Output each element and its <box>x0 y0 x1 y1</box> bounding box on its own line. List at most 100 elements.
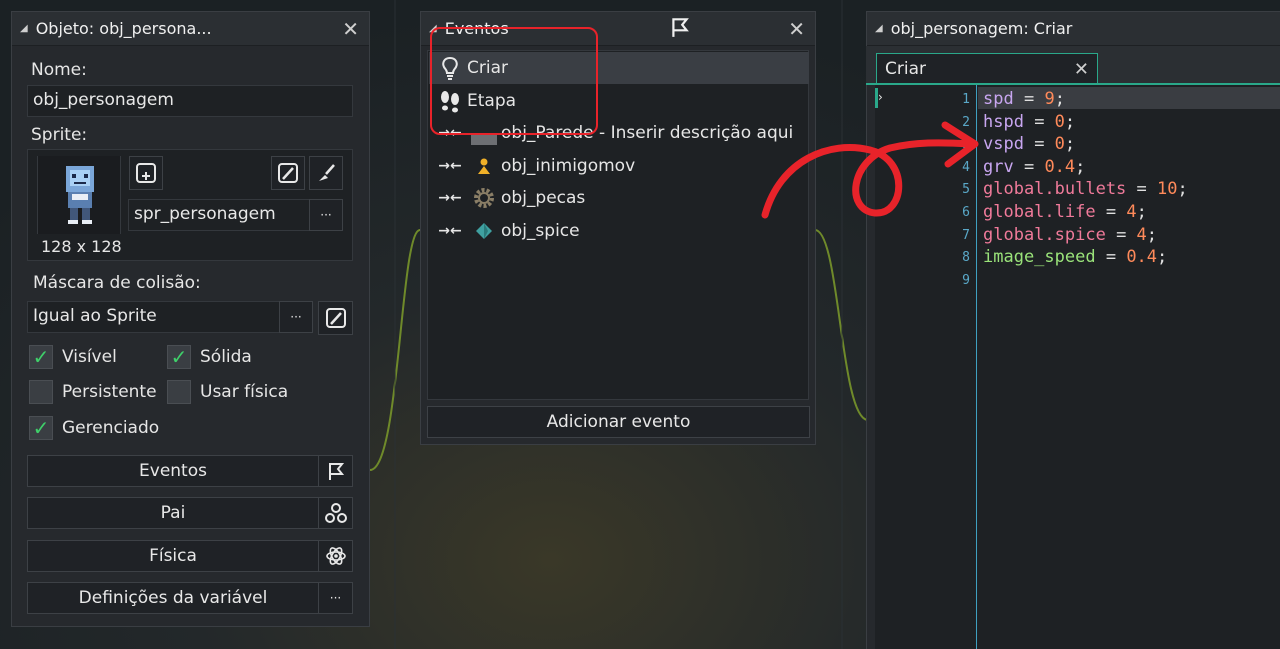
close-icon[interactable]: ✕ <box>788 17 805 41</box>
close-icon[interactable]: ✕ <box>1074 59 1089 80</box>
event-label: obj_inimigomov <box>501 156 636 176</box>
physics-icon-button[interactable] <box>318 540 353 572</box>
new-sprite-button[interactable] <box>129 156 163 190</box>
code-token-var: spd <box>983 89 1014 109</box>
cursor-marker <box>875 88 878 108</box>
code-tab-create[interactable]: Criar ✕ <box>876 53 1098 84</box>
code-token-end: ; <box>1064 111 1076 132</box>
collision-icon: →← <box>438 158 462 174</box>
physics-button[interactable]: Física <box>27 540 319 572</box>
code-token-val: 0 <box>1054 134 1065 155</box>
line-number: 3 <box>962 137 970 153</box>
code-line[interactable]: spd = 9; <box>983 89 1065 109</box>
managed-checkbox[interactable]: ✓ <box>29 416 53 440</box>
close-icon[interactable]: ✕ <box>342 17 359 41</box>
code-line[interactable]: vspd = 0; <box>983 134 1075 154</box>
code-token-op: = <box>1126 179 1158 200</box>
collision-mask-more-button[interactable]: ··· <box>279 301 313 333</box>
events-button[interactable]: Eventos <box>27 455 319 487</box>
code-token-var: global.bullets <box>983 179 1127 200</box>
events-flag-button[interactable] <box>318 455 353 487</box>
code-token-end: ; <box>1054 89 1065 109</box>
line-number: 9 <box>962 272 970 288</box>
fold-arrow-icon[interactable]: › <box>878 90 883 104</box>
sprite-more-button[interactable]: ··· <box>309 199 343 231</box>
character-sprite-icon <box>66 166 94 224</box>
code-token-var: hspd <box>983 111 1024 132</box>
persistent-checkbox[interactable] <box>29 380 53 404</box>
code-token-val: 4 <box>1136 224 1147 245</box>
collapse-icon[interactable]: ◢ <box>875 23 883 34</box>
code-token-op: = <box>1095 247 1127 268</box>
code-line[interactable]: global.bullets = 10; <box>983 179 1188 199</box>
line-number: 1 <box>962 92 970 107</box>
name-label: Nome: <box>31 60 87 80</box>
line-number: 5 <box>962 182 970 198</box>
code-token-op: = <box>1023 134 1055 155</box>
code-panel-titlebar[interactable]: ◢ obj_personagem: Criar <box>867 12 1280 46</box>
code-line[interactable]: global.life = 4; <box>983 202 1147 222</box>
code-token-end: ; <box>1146 224 1158 245</box>
image-edit-icon <box>325 308 346 328</box>
name-input[interactable]: obj_personagem <box>27 85 353 117</box>
code-token-var: global.life <box>983 202 1096 222</box>
object-panel-title: Objeto: obj_persona... <box>35 19 212 38</box>
code-token-end: ; <box>1157 247 1168 268</box>
variable-definitions-button[interactable]: Definições da variável <box>27 582 319 614</box>
visible-checkbox[interactable]: ✓ <box>29 345 53 369</box>
line-number: 2 <box>962 114 970 130</box>
edit-mask-button[interactable] <box>318 301 353 335</box>
managed-label: Gerenciado <box>62 418 160 438</box>
physics-checkbox[interactable] <box>167 380 191 404</box>
code-panel-title: obj_personagem: Criar <box>890 19 1073 38</box>
parent-icon-button[interactable] <box>318 497 353 529</box>
code-token-val: 0 <box>1054 111 1065 132</box>
collision-mask-label: Máscara de colisão: <box>33 273 201 293</box>
edit-sprite-button[interactable] <box>271 156 305 190</box>
solid-checkbox[interactable]: ✓ <box>167 345 191 369</box>
code-token-val: 9 <box>1044 89 1055 109</box>
code-token-var: image_speed <box>983 247 1096 268</box>
code-token-end: ; <box>1075 156 1086 177</box>
persistent-label: Persistente <box>62 382 157 402</box>
variable-definitions-more-button[interactable]: ··· <box>318 582 353 614</box>
hierarchy-icon <box>324 503 347 523</box>
sprite-label: Sprite: <box>31 125 88 145</box>
code-token-op: = <box>1095 202 1127 222</box>
parent-button[interactable]: Pai <box>27 497 319 529</box>
sprite-preview[interactable] <box>37 156 121 234</box>
code-token-var: vspd <box>983 134 1024 155</box>
collision-icon: →← <box>438 190 462 206</box>
event-collision-spice[interactable]: →← obj_spice <box>429 215 809 247</box>
event-collision-inimigomov[interactable]: →← obj_inimigomov <box>429 150 809 182</box>
code-token-end: ; <box>1136 202 1147 222</box>
gear-icon <box>467 186 501 210</box>
code-line[interactable]: global.spice = 4; <box>983 225 1157 245</box>
code-line[interactable]: hspd = 0; <box>983 112 1075 132</box>
add-event-button[interactable]: Adicionar evento <box>427 406 810 438</box>
collapse-icon[interactable]: ◢ <box>20 23 28 34</box>
code-line[interactable]: grv = 0.4; <box>983 157 1085 177</box>
code-token-val: 0.4 <box>1126 247 1158 268</box>
line-number: 6 <box>962 205 970 220</box>
paint-sprite-button[interactable] <box>309 156 343 190</box>
add-sprite-icon <box>136 163 156 183</box>
solid-label: Sólida <box>200 347 252 367</box>
event-label: obj_pecas <box>501 188 586 208</box>
collision-mask-field[interactable]: Igual ao Sprite <box>27 301 281 333</box>
visible-label: Visível <box>62 347 117 367</box>
code-token-op: = <box>1105 224 1137 245</box>
code-line[interactable]: image_speed = 0.4; <box>983 247 1167 267</box>
object-panel-titlebar[interactable]: ◢ Objeto: obj_persona... ✕ <box>12 12 369 46</box>
crystal-icon <box>467 221 501 241</box>
image-edit-icon <box>278 163 298 183</box>
sprite-name-field[interactable]: spr_personagem <box>128 199 311 231</box>
code-token-op: = <box>1013 89 1045 109</box>
line-number: 7 <box>962 227 970 243</box>
event-collision-pecas[interactable]: →← obj_pecas <box>429 182 809 214</box>
line-number: 4 <box>962 159 970 175</box>
code-token-op: = <box>1013 156 1045 177</box>
code-token-end: ; <box>1177 179 1188 200</box>
code-token-op: = <box>1023 111 1055 132</box>
flag-icon <box>328 463 344 480</box>
